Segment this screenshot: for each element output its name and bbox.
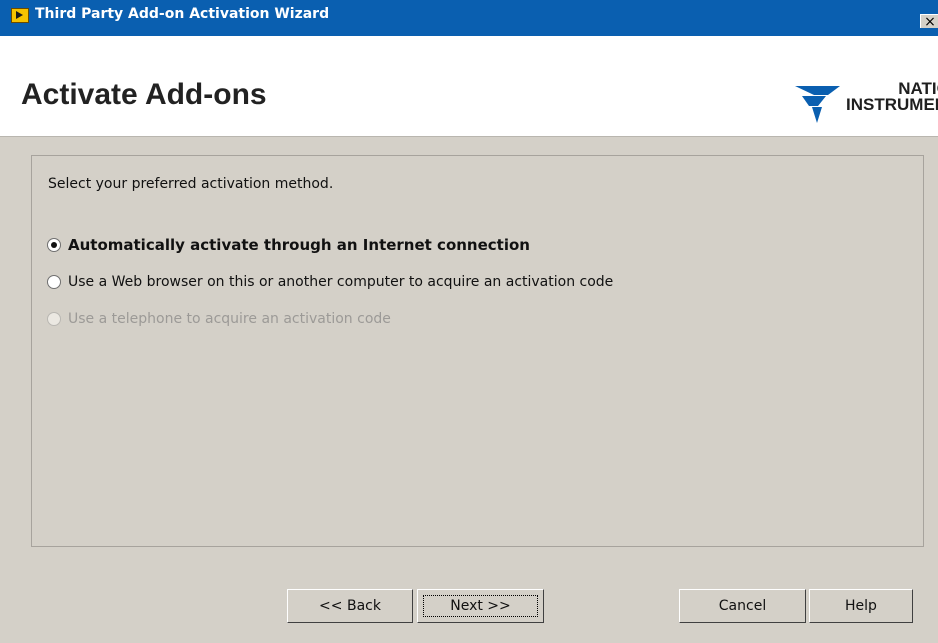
- cancel-button[interactable]: Cancel: [679, 589, 806, 623]
- labview-app-icon: [11, 8, 29, 23]
- option-web-browser[interactable]: Use a Web browser on this or another com…: [47, 274, 613, 290]
- ni-logo-line2: INSTRUMENTS™: [846, 95, 938, 114]
- national-instruments-logo: NATIONAL INSTRUMENTS™: [792, 76, 938, 136]
- radio-web-browser[interactable]: [47, 275, 61, 289]
- activation-wizard-window: Third Party Add-on Activation Wizard × A…: [0, 0, 938, 643]
- instruction-text: Select your preferred activation method.: [48, 176, 334, 192]
- button-bar: << Back Next >> Cancel Help: [0, 547, 938, 643]
- header-banner: Activate Add-ons NATIONAL INSTRUMENTS™: [0, 36, 938, 137]
- next-button[interactable]: Next >>: [417, 589, 544, 623]
- radio-telephone-disabled: [47, 312, 61, 326]
- ni-logo-text: NATIONAL INSTRUMENTS™: [846, 80, 938, 114]
- page-title: Activate Add-ons: [21, 78, 267, 111]
- option-internet-label[interactable]: Automatically activate through an Intern…: [68, 236, 530, 254]
- ni-eagle-icon: [795, 86, 840, 123]
- title-bar-strip: [0, 28, 938, 36]
- window-title: Third Party Add-on Activation Wizard: [35, 6, 330, 22]
- option-internet-activation[interactable]: Automatically activate through an Intern…: [47, 236, 530, 254]
- radio-internet-selected[interactable]: [47, 238, 61, 252]
- option-telephone: Use a telephone to acquire an activation…: [47, 311, 391, 327]
- back-button[interactable]: << Back: [287, 589, 413, 623]
- activation-method-panel: Select your preferred activation method.…: [31, 155, 924, 547]
- option-web-browser-label[interactable]: Use a Web browser on this or another com…: [68, 274, 613, 290]
- title-bar[interactable]: Third Party Add-on Activation Wizard ×: [0, 0, 938, 32]
- option-telephone-label: Use a telephone to acquire an activation…: [68, 311, 391, 327]
- help-button[interactable]: Help: [809, 589, 913, 623]
